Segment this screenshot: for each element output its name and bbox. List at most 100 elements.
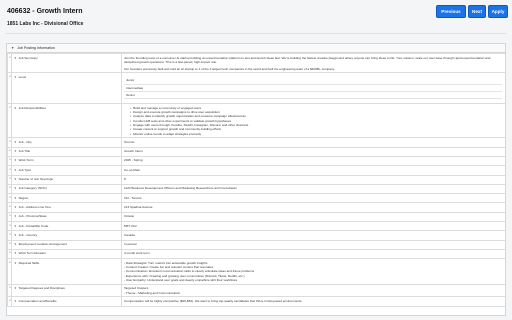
field-label: Job Type: [18, 167, 32, 172]
table-row: ⊙ ▼ Number of Job Openings 8: [7, 174, 505, 185]
field-label-cell: ▼ Number of Job Openings: [11, 174, 122, 185]
field-value-cell: ON - Toronto: [121, 193, 505, 204]
field-label: Employment Location Arrangement: [18, 242, 67, 247]
chevron-down-icon[interactable]: ▼: [14, 178, 17, 181]
table-row: ⊙ ▼ Work Term 2025 - Spring: [7, 155, 505, 167]
field-label: Level: [18, 74, 26, 79]
table-row: ⊙ ▼ Job - Province/State Ontario: [7, 211, 505, 223]
field-value: 2025 - Spring: [124, 158, 143, 163]
chevron-down-icon[interactable]: ▼: [14, 76, 17, 79]
table-row: ⊙ ▼ Required Skills - Data Strategist: Turn…: [7, 258, 505, 285]
field-label-cell: ▼ Job Responsibilities: [11, 103, 122, 139]
chevron-down-icon[interactable]: ▼: [14, 300, 17, 303]
field-label: Number of Job Openings: [18, 177, 53, 182]
paragraph: Join the founding team of a consumer AI …: [124, 55, 491, 64]
field-label: Required Skills: [18, 260, 40, 265]
field-label-cell: ▼ Work Term: [11, 155, 122, 167]
field-value: ON - Toronto: [124, 195, 142, 200]
table-row: ⊙▼Job ResponsibilitiesBuild and manage a…: [7, 103, 505, 139]
chevron-down-icon[interactable]: ▼: [14, 141, 17, 144]
field-label: Job - Province/State: [18, 214, 47, 219]
chevron-down-icon[interactable]: ▼: [14, 234, 17, 237]
field-value-cell: Join the founding team of a consumer AI …: [121, 52, 505, 74]
field-label-cell: ▼ Job Category (NOC): [11, 183, 122, 195]
field-label-cell: ▼ Region: [11, 193, 122, 204]
table-row: ⊙ ▼ Employment Location Arrangement In-pers…: [7, 239, 505, 250]
chevron-down-icon[interactable]: ▼: [14, 262, 17, 265]
chevron-down-icon[interactable]: ▼: [14, 107, 17, 110]
panel-title: Job Posting Information: [17, 46, 55, 50]
field-value-cell: Growth Intern: [121, 146, 505, 157]
panel-header[interactable]: ▼ Job Posting Information: [7, 44, 505, 53]
chevron-down-icon[interactable]: ▼: [14, 150, 17, 153]
chevron-down-icon[interactable]: ▼: [11, 46, 14, 50]
table-row: ⊙ ▼ Compensation and Benefits Compensation …: [7, 296, 505, 307]
field-label: Targeted Degrees and Disciplines: [18, 286, 65, 291]
field-value-cell: Ontario: [121, 211, 505, 223]
divider: [6, 33, 506, 34]
field-label: Work Term: [18, 158, 34, 163]
chevron-down-icon[interactable]: ▼: [14, 215, 17, 218]
field-value: Compensation will be highly competitive …: [124, 298, 303, 303]
field-label-cell: ▼ Targeted Degrees and Disciplines: [11, 283, 122, 298]
table-row: ⊙ ▼ Targeted Degrees and Disciplines Target…: [7, 283, 505, 298]
field-value-cell: 4 month work term: [121, 248, 505, 260]
chevron-down-icon[interactable]: ▼: [14, 225, 17, 228]
table-row: ⊙ ▼ Level Junior Intermediate Senior: [7, 72, 505, 105]
field-label-cell: ▼ Job Title: [11, 146, 122, 157]
table-row: ⊙ ▼ Job Type Co-op Main: [7, 165, 505, 176]
table-row: ⊙ ▼ Region ON - Toronto: [7, 193, 505, 204]
table-row: ⊙ ▼ Job Category (NOC) 1123 Business Develo…: [7, 183, 505, 195]
field-value: Growth Intern: [124, 149, 143, 154]
field-value-cell: Junior Intermediate Senior: [121, 72, 505, 105]
text-line: - User Empathy: Understand user goals an…: [124, 277, 238, 282]
field-value-cell: 1123 Business Development Officers and M…: [121, 183, 505, 195]
chevron-down-icon[interactable]: ▼: [14, 159, 17, 162]
field-label-cell: ▼ Job - Province/State: [11, 211, 122, 223]
field-label-cell: ▼ Level: [11, 72, 122, 105]
field-label: Job Summary: [18, 55, 38, 60]
chevron-down-icon[interactable]: ▼: [14, 187, 17, 190]
field-label: Region: [18, 195, 29, 200]
field-value-cell: Co-op Main: [121, 165, 505, 176]
chevron-down-icon[interactable]: ▼: [14, 197, 17, 200]
text-line: - Theme - Marketing and Communication: [124, 290, 181, 295]
chevron-down-icon[interactable]: ▼: [14, 287, 17, 290]
table-row: ⊙ ▼ Job - Postal/Zip Code M5T 2C2: [7, 221, 505, 232]
field-value: 214 Spadina Avenue: [124, 204, 153, 209]
field-label: Job Category (NOC): [18, 186, 47, 191]
field-value: Co-op Main: [124, 167, 140, 172]
field-label-cell: ▼ Compensation and Benefits: [11, 296, 122, 307]
field-value: Canada: [124, 232, 135, 237]
chevron-down-icon[interactable]: ▼: [14, 57, 17, 60]
chevron-down-icon[interactable]: ▼: [14, 169, 17, 172]
field-label: Job Title: [18, 149, 31, 154]
chevron-down-icon[interactable]: ▼: [14, 206, 17, 209]
field-value: Ontario: [124, 214, 135, 219]
field-value-cell: Targeted Clusters - Theme - Marketing and…: [121, 283, 505, 298]
previous-button[interactable]: Previous: [436, 5, 466, 18]
table-row: ⊙ ▼ Job Title Growth Intern: [7, 146, 505, 157]
field-value-cell: Toronto: [121, 137, 505, 148]
chevron-down-icon[interactable]: ▼: [14, 243, 17, 246]
organization-name: 1851 Labs Inc - Divisional Office: [7, 21, 84, 27]
level-option: Senior: [124, 92, 502, 100]
field-label-cell: ▼ Work Term Duration: [11, 248, 122, 260]
field-value-cell: In-person: [121, 239, 505, 250]
paragraph: Our founders previously built and sold a…: [124, 66, 335, 71]
field-value-cell: Canada: [121, 230, 505, 241]
field-label-cell: ▼ Required Skills: [11, 258, 122, 285]
table-row: ⊙ ▼ Job - City Toronto: [7, 137, 505, 148]
apply-button[interactable]: Apply: [488, 5, 508, 18]
field-label: Job - City: [18, 139, 32, 144]
field-label: Work Term Duration: [18, 251, 46, 256]
next-button[interactable]: Next: [468, 5, 486, 18]
field-value-cell: M5T 2C2: [121, 221, 505, 232]
field-label-cell: ▼ Job Type: [11, 165, 122, 176]
chevron-down-icon[interactable]: ▼: [14, 252, 17, 255]
level-option: Intermediate: [124, 85, 502, 92]
field-label-cell: ▼ Employment Location Arrangement: [11, 239, 122, 250]
field-value-cell: 214 Spadina Avenue: [121, 202, 505, 213]
field-label: Job - Postal/Zip Code: [18, 223, 49, 228]
